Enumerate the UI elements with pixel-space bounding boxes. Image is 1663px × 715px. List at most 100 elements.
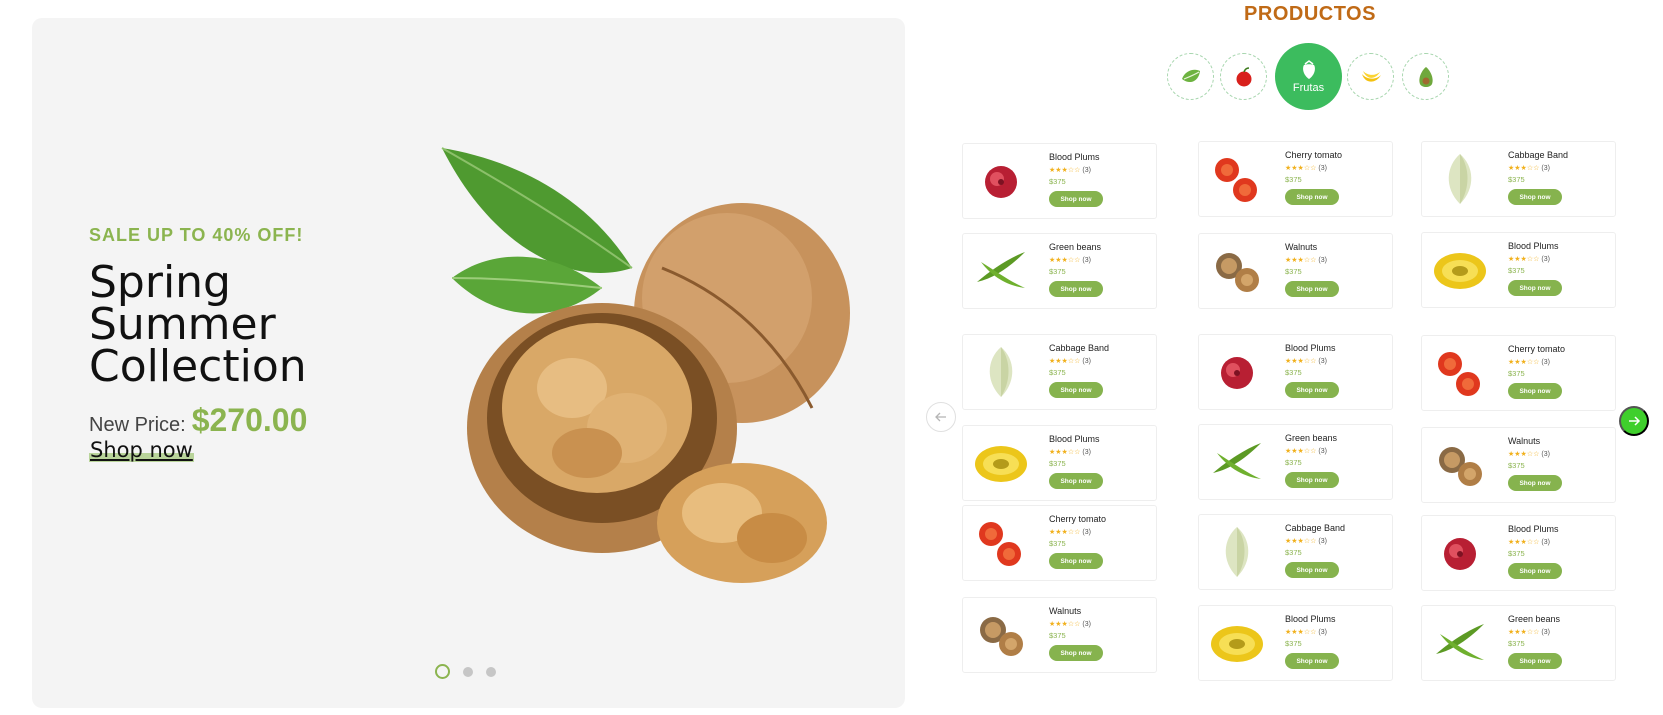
product-name[interactable]: Cabbage Band [1508, 150, 1568, 160]
product-card[interactable]: Green beans ★★★☆☆ (3) $375 Shop now [962, 233, 1157, 309]
shop-now-button[interactable]: Shop now [1508, 383, 1562, 399]
walnut-image [1439, 447, 1482, 486]
product-name[interactable]: Blood Plums [1049, 434, 1103, 444]
shop-now-button[interactable]: Shop now [1049, 645, 1103, 661]
shop-now-button[interactable]: Shop now [1508, 189, 1562, 205]
product-name[interactable]: Blood Plums [1508, 241, 1562, 251]
shop-now-button[interactable]: Shop now [1049, 191, 1103, 207]
product-card[interactable]: Cherry tomato ★★★☆☆ (3) $375 Shop now [1421, 335, 1616, 411]
slider-dot-1[interactable] [435, 664, 450, 679]
product-rating: ★★★☆☆ (3) [1508, 450, 1562, 458]
product-name[interactable]: Cherry tomato [1285, 150, 1342, 160]
shop-now-button[interactable]: Shop now [1285, 653, 1339, 669]
product-name[interactable]: Walnuts [1049, 606, 1103, 616]
slider-dot-2[interactable] [463, 666, 473, 677]
shop-now-button[interactable]: Shop now [1508, 280, 1562, 296]
star-rating-icon: ★★★☆☆ [1508, 451, 1540, 458]
product-rating: ★★★☆☆ (3) [1285, 628, 1339, 636]
product-card[interactable]: Blood Plums ★★★☆☆ (3) $375 Shop now [962, 143, 1157, 219]
shop-now-button[interactable]: Shop now [1049, 553, 1103, 569]
product-card[interactable]: Cherry tomato ★★★☆☆ (3) $375 Shop now [962, 505, 1157, 581]
products-title: PRODUCTOS [1244, 3, 1376, 25]
rating-count: (3) [1541, 539, 1550, 546]
product-rating: ★★★☆☆ (3) [1285, 164, 1342, 172]
product-card[interactable]: Blood Plums ★★★☆☆ (3) $375 Shop now [1421, 515, 1616, 591]
shop-now-button[interactable]: Shop now [1508, 563, 1562, 579]
product-price: $375 [1049, 459, 1066, 468]
star-rating-icon: ★★★☆☆ [1285, 448, 1317, 455]
product-card[interactable]: Cabbage Band ★★★☆☆ (3) $375 Shop now [962, 334, 1157, 410]
product-info: Green beans ★★★☆☆ (3) $375 Shop now [1508, 614, 1562, 669]
star-rating-icon: ★★★☆☆ [1049, 621, 1081, 628]
product-card[interactable]: Green beans ★★★☆☆ (3) $375 Shop now [1198, 424, 1393, 500]
product-name[interactable]: Blood Plums [1508, 524, 1562, 534]
shop-now-button[interactable]: Shop now [1049, 473, 1103, 489]
rating-count: (3) [1082, 449, 1091, 456]
rating-count: (3) [1541, 359, 1550, 366]
product-card[interactable]: Cabbage Band ★★★☆☆ (3) $375 Shop now [1198, 514, 1393, 590]
shop-now-button[interactable]: Shop now [1508, 653, 1562, 669]
product-name[interactable]: Walnuts [1508, 436, 1562, 446]
product-name[interactable]: Green beans [1049, 242, 1103, 252]
star-rating-icon: ★★★☆☆ [1049, 167, 1081, 174]
carousel-next-button[interactable] [1619, 406, 1649, 436]
shop-now-button[interactable]: Shop now [1285, 189, 1339, 205]
product-rating: ★★★☆☆ (3) [1049, 448, 1103, 456]
carousel-prev-button[interactable] [926, 402, 956, 432]
product-card[interactable]: Cherry tomato ★★★☆☆ (3) $375 Shop now [1198, 141, 1393, 217]
product-price: $375 [1049, 267, 1066, 276]
product-name[interactable]: Cabbage Band [1049, 343, 1109, 353]
star-rating-icon: ★★★☆☆ [1508, 165, 1540, 172]
fruits-tab[interactable]: Frutas [1275, 43, 1342, 110]
product-name[interactable]: Cherry tomato [1049, 514, 1106, 524]
product-card[interactable]: Walnuts ★★★☆☆ (3) $375 Shop now [1198, 233, 1393, 309]
slider-dot-3[interactable] [486, 666, 496, 677]
product-card[interactable]: Walnuts ★★★☆☆ (3) $375 Shop now [1421, 427, 1616, 503]
star-rating-icon: ★★★☆☆ [1285, 165, 1317, 172]
product-name[interactable]: Blood Plums [1285, 343, 1339, 353]
rating-count: (3) [1541, 629, 1550, 636]
star-rating-icon: ★★★☆☆ [1508, 359, 1540, 366]
hero-shop-now-link[interactable]: Shop now [89, 438, 194, 462]
product-name[interactable]: Cherry tomato [1508, 344, 1565, 354]
product-name[interactable]: Green beans [1508, 614, 1562, 624]
leafy-vegetable-tab[interactable] [1167, 53, 1214, 100]
shop-now-button[interactable]: Shop now [1049, 281, 1103, 297]
product-price: $375 [1508, 461, 1525, 470]
product-card[interactable]: Blood Plums ★★★☆☆ (3) $375 Shop now [962, 425, 1157, 501]
product-name[interactable]: Green beans [1285, 433, 1339, 443]
rating-count: (3) [1082, 167, 1091, 174]
product-name[interactable]: Walnuts [1285, 242, 1339, 252]
product-info: Cherry tomato ★★★☆☆ (3) $375 Shop now [1285, 150, 1342, 205]
shop-now-button[interactable]: Shop now [1508, 475, 1562, 491]
product-info: Cabbage Band ★★★☆☆ (3) $375 Shop now [1285, 523, 1345, 578]
shop-now-button[interactable]: Shop now [1285, 382, 1339, 398]
product-name[interactable]: Cabbage Band [1285, 523, 1345, 533]
apple-tab[interactable] [1220, 53, 1267, 100]
banana-tab[interactable] [1347, 53, 1394, 100]
product-card[interactable]: Blood Plums ★★★☆☆ (3) $375 Shop now [1198, 334, 1393, 410]
product-info: Walnuts ★★★☆☆ (3) $375 Shop now [1049, 606, 1103, 661]
avocado-tab[interactable] [1402, 53, 1449, 100]
product-card[interactable]: Blood Plums ★★★☆☆ (3) $375 Shop now [1421, 232, 1616, 308]
category-tabs: Frutas [1167, 43, 1450, 111]
shop-now-button[interactable]: Shop now [1049, 382, 1103, 398]
rating-count: (3) [1318, 538, 1327, 545]
product-card[interactable]: Walnuts ★★★☆☆ (3) $375 Shop now [962, 597, 1157, 673]
kiwano-image [1434, 253, 1486, 289]
shop-now-button[interactable]: Shop now [1285, 562, 1339, 578]
product-card[interactable]: Blood Plums ★★★☆☆ (3) $375 Shop now [1198, 605, 1393, 681]
product-name[interactable]: Blood Plums [1285, 614, 1339, 624]
shop-now-button[interactable]: Shop now [1285, 281, 1339, 297]
hero-text: SALE UP TO 40% OFF! Spring Summer Collec… [89, 225, 429, 439]
rating-count: (3) [1541, 165, 1550, 172]
beans-image [1436, 624, 1484, 660]
rating-count: (3) [1318, 448, 1327, 455]
product-info: Blood Plums ★★★☆☆ (3) $375 Shop now [1285, 614, 1339, 669]
product-card[interactable]: Cabbage Band ★★★☆☆ (3) $375 Shop now [1421, 141, 1616, 217]
rating-count: (3) [1318, 165, 1327, 172]
product-name[interactable]: Blood Plums [1049, 152, 1103, 162]
leafy-vegetable-icon [1181, 69, 1200, 82]
product-card[interactable]: Green beans ★★★☆☆ (3) $375 Shop now [1421, 605, 1616, 681]
shop-now-button[interactable]: Shop now [1285, 472, 1339, 488]
